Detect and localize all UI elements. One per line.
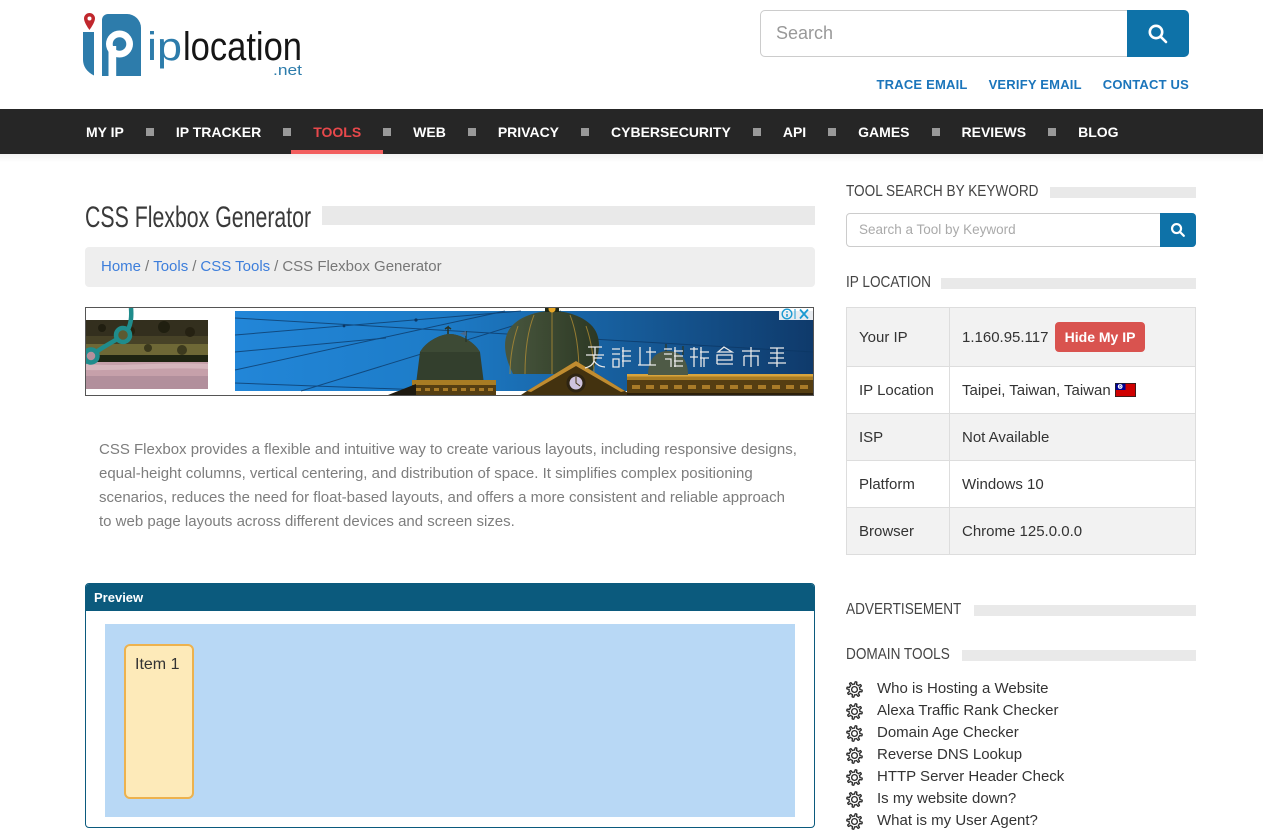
svg-text:ip: ip [147,25,182,69]
svg-text:.net: .net [273,62,303,79]
